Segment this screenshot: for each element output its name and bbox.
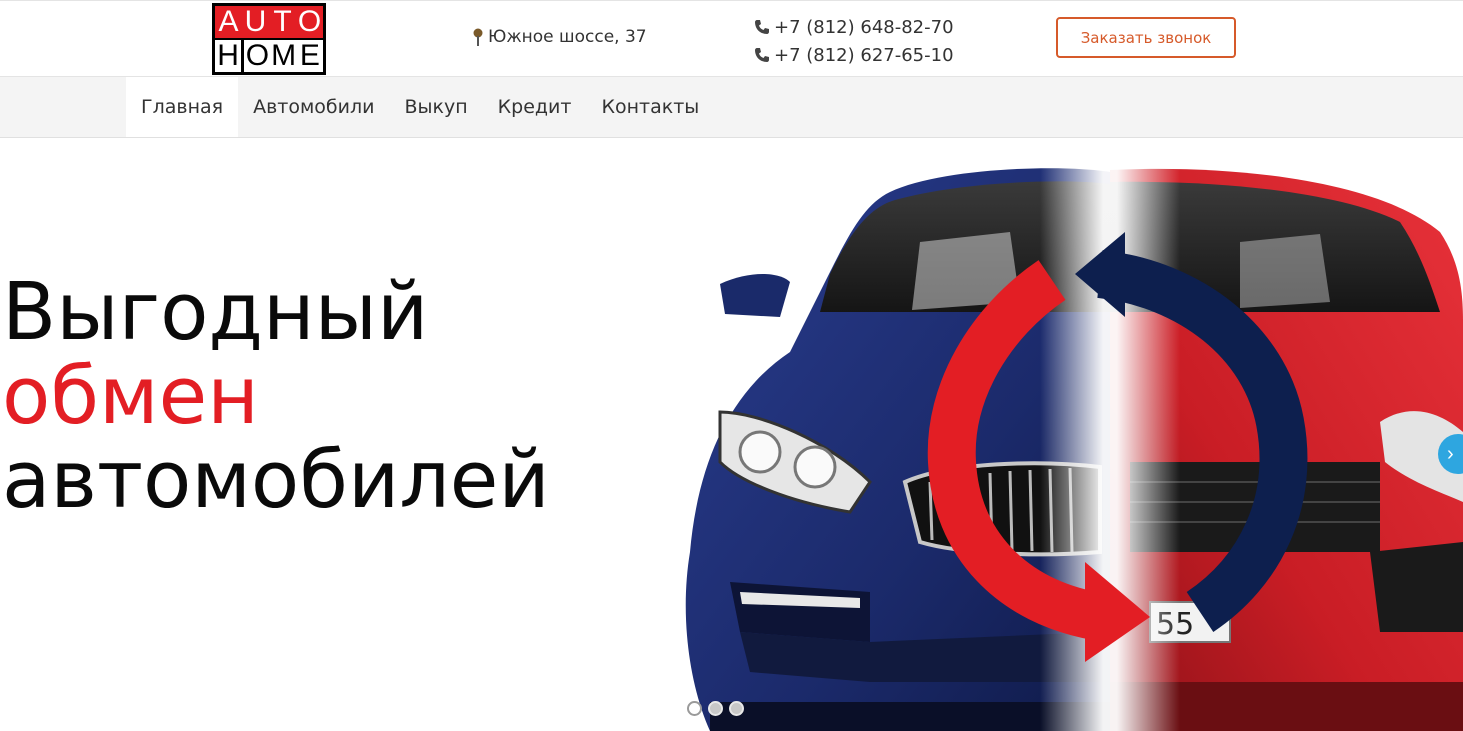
logo-letter: H <box>215 40 242 72</box>
slider-dot[interactable] <box>729 701 744 716</box>
slider-dot[interactable] <box>687 701 702 716</box>
phone-icon <box>755 20 769 34</box>
nav-item-credit[interactable]: Кредит <box>483 77 587 137</box>
main-nav: Главная Автомобили Выкуп Кредит Контакты <box>0 76 1463 138</box>
address: Южное шоссе, 37 <box>472 27 647 47</box>
nav-items: Главная Автомобили Выкуп Кредит Контакты <box>126 77 714 137</box>
callback-button[interactable]: Заказать звонок <box>1056 17 1236 58</box>
nav-item-contacts[interactable]: Контакты <box>586 77 714 137</box>
phone-number: +7 (812) 627-65-10 <box>774 44 954 66</box>
slider-pagination <box>687 701 744 716</box>
chevron-right-icon: › <box>1447 442 1454 465</box>
phone-list: +7 (812) 648-82-70 +7 (812) 627-65-10 <box>754 13 954 69</box>
nav-item-buyout[interactable]: Выкуп <box>389 77 482 137</box>
address-text: Южное шоссе, 37 <box>488 27 647 47</box>
car-exchange-illustration: 55 <box>685 162 1463 731</box>
map-pin-icon <box>473 28 483 46</box>
logo-letter: T <box>269 6 296 38</box>
phone-icon <box>755 48 769 62</box>
headline-line-1: Выгодный <box>2 266 429 358</box>
hero-slider: Выгодный обмен автомобилей › <box>0 138 1463 731</box>
headline-line-2: обмен <box>2 350 259 442</box>
logo[interactable]: A U T O H O M E <box>212 3 326 75</box>
logo-letter: O <box>296 5 323 38</box>
logo-letter: A <box>215 6 242 38</box>
logo-bottom-row: H O M E <box>215 40 323 72</box>
site-header: A U T O H O M E Южное шоссе, 37 +7 (812)… <box>0 0 1463 76</box>
logo-letter: M <box>270 39 297 72</box>
logo-letter: U <box>242 6 269 38</box>
hero-headline: Выгодный обмен автомобилей <box>2 270 550 522</box>
phone-number: +7 (812) 648-82-70 <box>774 16 954 38</box>
phone-item[interactable]: +7 (812) 648-82-70 <box>754 13 954 41</box>
nav-item-cars[interactable]: Автомобили <box>238 77 389 137</box>
nav-item-home[interactable]: Главная <box>126 77 239 137</box>
logo-top-row: A U T O <box>215 6 323 38</box>
headline-line-3: автомобилей <box>2 434 550 526</box>
phone-item[interactable]: +7 (812) 627-65-10 <box>754 41 954 69</box>
logo-letter: O <box>244 39 271 72</box>
logo-letter: E <box>296 40 323 72</box>
slider-dot[interactable] <box>708 701 723 716</box>
